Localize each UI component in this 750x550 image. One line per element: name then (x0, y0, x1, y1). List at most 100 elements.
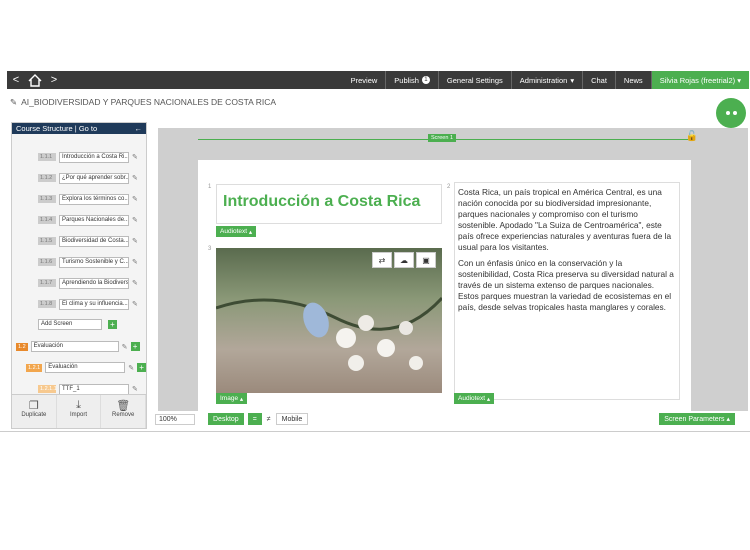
tree-item[interactable]: 1.1.1 Introducción a Costa Ri... ✎ (38, 151, 142, 163)
screen-parameters-label: Screen Parameters (664, 415, 725, 423)
pencil-icon[interactable]: ✎ (10, 97, 17, 108)
tree-item[interactable]: 1.1.7 Aprendiendo la Biodivers... ✎ (38, 277, 142, 289)
add-screen-row: Add Screen + (38, 319, 117, 330)
arrow-left-icon[interactable]: ← (135, 124, 143, 133)
back-button[interactable]: < (7, 74, 25, 86)
screen-tag[interactable]: Screen 1 (428, 134, 457, 142)
mobile-button[interactable]: Mobile (275, 413, 309, 425)
pencil-icon[interactable]: ✎ (132, 300, 138, 308)
item-label[interactable]: Aprendiendo la Biodivers... (59, 277, 129, 289)
item-label[interactable]: Turismo Sostenible y C... (59, 256, 129, 268)
pencil-icon[interactable]: ✎ (132, 174, 138, 182)
subsection-number: 1.2.1 (26, 363, 43, 372)
item-number: 1.1.3 (38, 195, 56, 203)
menu-chat[interactable]: Chat (583, 71, 616, 89)
notequal-button[interactable]: ≠ (262, 413, 276, 425)
import-button[interactable]: ⤓ Import (57, 395, 102, 428)
item-number: 1.1.1 (38, 153, 56, 161)
item-label[interactable]: Biodiversidad de Costa... (59, 235, 129, 247)
course-title: AI_BIODIVERSIDAD Y PARQUES NACIONALES DE… (21, 97, 277, 107)
sidebar-header: Course Structure | Go to ← (12, 123, 146, 134)
subsection-label[interactable]: Evaluación (45, 362, 126, 373)
pencil-icon[interactable]: ✎ (132, 153, 138, 161)
copy-icon: ❐ (28, 400, 39, 412)
butterfly-photo (216, 248, 442, 393)
pencil-icon[interactable]: ✎ (128, 364, 134, 372)
pencil-icon[interactable]: ✎ (132, 258, 138, 266)
top-toolbar: < > Preview Publish 1 General Settings Ad… (7, 71, 749, 89)
section-row[interactable]: 1.2 Evaluación ✎ + (16, 341, 140, 352)
add-icon[interactable]: + (137, 363, 146, 372)
item-number: 1.1.8 (38, 300, 56, 308)
pencil-icon[interactable]: ✎ (132, 237, 138, 245)
box-number: 1 (208, 184, 212, 190)
remove-button[interactable]: 🗑 Remove (101, 395, 147, 428)
tree-item[interactable]: 1.1.5 Biodiversidad de Costa... ✎ (38, 235, 142, 247)
screen-title[interactable]: Introducción a Costa Rica (223, 193, 420, 211)
menu-publish[interactable]: Publish 1 (386, 71, 439, 89)
pencil-icon[interactable]: ✎ (132, 195, 138, 203)
sidebar-title: Course Structure (16, 124, 73, 133)
item-label[interactable]: ¿Por qué aprender sobr... (59, 172, 129, 184)
image-box[interactable]: ⇄ ☁ ▣ (216, 248, 442, 393)
more-options-button[interactable] (716, 98, 746, 128)
add-screen-input[interactable]: Add Screen (38, 319, 102, 330)
lock-icon[interactable]: 🔓 (686, 131, 698, 142)
title-box[interactable]: Introducción a Costa Rica (216, 184, 442, 224)
screen-parameters-button[interactable]: Screen Parameters ▴ (659, 413, 735, 425)
import-label: Import (70, 412, 88, 418)
item-label[interactable]: Explora los términos co... (59, 193, 129, 205)
item-number: 1.1.4 (38, 216, 56, 224)
desktop-button[interactable]: Desktop (208, 413, 244, 425)
zoom-select[interactable]: 100% (155, 413, 195, 425)
item-label[interactable]: TTF_1 (59, 383, 129, 395)
audiotext-label: Audiotext (220, 228, 248, 235)
user-menu[interactable]: Silvia Rojas (freetrial2) ▾ (651, 71, 749, 89)
menu-news[interactable]: News (616, 71, 652, 89)
audiotext-button[interactable]: Audiotext ▴ (454, 393, 495, 404)
home-icon[interactable] (25, 72, 45, 88)
tree-item[interactable]: 1.1.2 ¿Por qué aprender sobr... ✎ (38, 172, 142, 184)
forward-button[interactable]: > (45, 74, 63, 86)
subsection-row[interactable]: 1.2.1 Evaluación ✎ + (26, 362, 146, 373)
remove-label: Remove (112, 412, 135, 418)
add-icon[interactable]: + (130, 342, 140, 351)
breadcrumb: ✎ AI_BIODIVERSIDAD Y PARQUES NACIONALES … (10, 97, 276, 108)
menu-administration[interactable]: Administration ▾ (512, 71, 584, 89)
menu-preview[interactable]: Preview (343, 71, 387, 89)
sidebar-footer: ❐ Duplicate ⤓ Import 🗑 Remove (12, 394, 147, 428)
pencil-icon[interactable]: ✎ (132, 385, 138, 393)
item-number: 1.1.2 (38, 174, 56, 182)
add-icon[interactable]: + (108, 320, 117, 329)
tree-item[interactable]: 1.1.8 El clima y su influencia... ✎ (38, 298, 142, 310)
cloud-icon[interactable]: ☁ (394, 252, 414, 268)
screen-page: 1 Introducción a Costa Rica Audiotext ▴ … (198, 160, 691, 411)
duplicate-button[interactable]: ❐ Duplicate (12, 395, 57, 428)
pencil-icon[interactable]: ✎ (122, 343, 128, 351)
goto-link[interactable]: Go to (79, 124, 97, 133)
equal-button[interactable]: = (247, 413, 262, 425)
item-label[interactable]: El clima y su influencia... (59, 298, 129, 310)
user-name: Silvia Rojas (freetrial2) (659, 75, 736, 85)
item-label[interactable]: Parques Nacionales de... (59, 214, 129, 226)
image-icon[interactable]: ▣ (416, 252, 436, 268)
text-box[interactable]: Costa Rica, un país tropical en América … (454, 182, 680, 400)
dot-icon (732, 111, 737, 115)
section-label[interactable]: Evaluación (30, 341, 119, 352)
audiotext-button[interactable]: Audiotext ▴ (216, 226, 257, 237)
tree-item[interactable]: 1.1.4 Parques Nacionales de... ✎ (38, 214, 142, 226)
publish-badge: 1 (421, 76, 430, 84)
tree-item[interactable]: 1.1.3 Explora los términos co... ✎ (38, 193, 142, 205)
pencil-icon[interactable]: ✎ (132, 279, 138, 287)
item-number: 1.1.6 (38, 258, 56, 266)
paragraph: Con un énfasis único en la conservación … (458, 258, 674, 312)
caret-down-icon: ▾ (737, 75, 741, 85)
image-button[interactable]: Image ▴ (216, 393, 248, 404)
menu-general-settings[interactable]: General Settings (439, 71, 512, 89)
pencil-icon[interactable]: ✎ (132, 216, 138, 224)
shuffle-icon[interactable]: ⇄ (372, 252, 392, 268)
tree-item[interactable]: 1.1.6 Turismo Sostenible y C... ✎ (38, 256, 142, 268)
dot-icon (725, 111, 730, 115)
divider (0, 431, 750, 432)
item-label[interactable]: Introducción a Costa Ri... (59, 151, 129, 163)
